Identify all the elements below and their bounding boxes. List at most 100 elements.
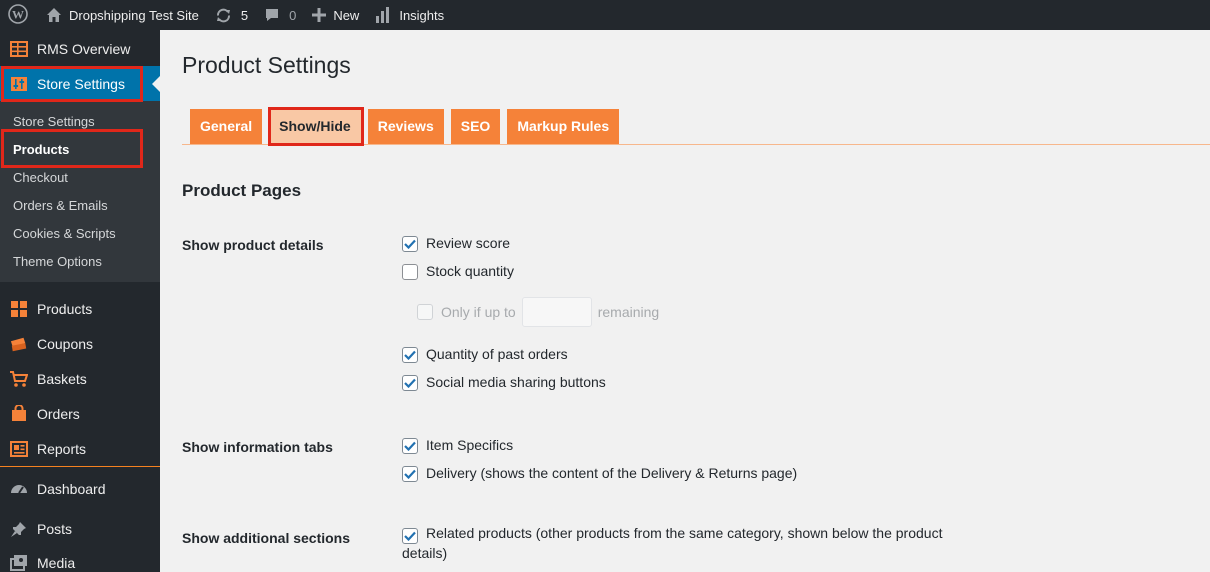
checkmark-icon [404, 469, 416, 479]
menu-baskets[interactable]: Baskets [0, 361, 160, 396]
bag-icon [10, 405, 28, 423]
checkmark-icon [404, 441, 416, 451]
checkmark-icon [404, 239, 416, 249]
section-title: Product Pages [182, 181, 302, 200]
tabs-underline [182, 144, 1210, 145]
insights-label: Insights [399, 7, 445, 23]
checkbox-review-score[interactable] [402, 236, 418, 252]
store-settings-submenu: Store Settings Products Checkout Orders … [0, 101, 160, 282]
option-related-products: Related products (other products from th… [402, 524, 982, 563]
menu-posts[interactable]: Posts [0, 511, 160, 546]
checkbox-social-sharing[interactable] [402, 375, 418, 391]
label-show-information-tabs: Show information tabs [182, 439, 333, 455]
home-icon [46, 7, 62, 23]
menu-label: Coupons [37, 335, 94, 352]
menu-reports[interactable]: Reports [0, 431, 160, 466]
label-show-additional-sections: Show additional sections [182, 530, 351, 546]
checkmark-icon [404, 378, 416, 388]
bar-chart-icon [375, 7, 392, 23]
option-label: Delivery (shows the content of the Deliv… [426, 465, 798, 481]
option-delivery: Delivery (shows the content of the Deliv… [402, 464, 797, 483]
option-label: Related products (other products from th… [402, 525, 943, 561]
comments-link[interactable]: 0 [256, 0, 304, 30]
menu-label: RMS Overview [37, 40, 131, 57]
option-label: Review score [426, 235, 511, 251]
checkbox-related-products[interactable] [402, 528, 418, 544]
menu-media[interactable]: Media [0, 545, 160, 572]
media-icon [10, 554, 28, 572]
option-label-suffix: remaining [597, 303, 660, 320]
sliders-icon [10, 75, 28, 93]
option-past-orders: Quantity of past orders [402, 345, 568, 364]
site-name: Dropshipping Test Site [69, 7, 199, 23]
menu-products[interactable]: Products [0, 291, 160, 326]
menu-separator [0, 466, 160, 467]
new-content-link[interactable]: New [304, 0, 367, 30]
dashboard-gauge-icon [10, 480, 28, 498]
table-icon [10, 40, 28, 58]
option-label: Stock quantity [426, 263, 514, 279]
menu-rms-overview[interactable]: RMS Overview [0, 31, 160, 66]
checkbox-stock-quantity[interactable] [402, 264, 418, 280]
insights-link[interactable]: Insights [367, 0, 452, 30]
updates-link[interactable]: 5 [207, 0, 256, 30]
option-label: Item Specifics [426, 437, 514, 453]
submenu-store-settings[interactable]: Store Settings [0, 108, 160, 136]
tab-reviews[interactable]: Reviews [367, 109, 444, 144]
option-item-specifics: Item Specifics [402, 436, 513, 455]
menu-label: Baskets [37, 370, 87, 387]
option-stock-threshold: Only if up to remaining [417, 297, 659, 327]
menu-store-settings[interactable]: Store Settings [0, 66, 160, 101]
menu-label: Posts [37, 520, 73, 537]
submenu-orders-emails[interactable]: Orders & Emails [0, 192, 160, 220]
tab-markup-rules[interactable]: Markup Rules [507, 109, 620, 144]
label-show-product-details: Show product details [182, 237, 324, 253]
grid-icon [10, 300, 28, 318]
option-social-sharing: Social media sharing buttons [402, 373, 606, 392]
menu-orders[interactable]: Orders [0, 396, 160, 431]
submenu-theme-options[interactable]: Theme Options [0, 248, 160, 276]
current-menu-arrow [152, 75, 160, 92]
svg-text:W: W [12, 7, 24, 21]
updates-count: 5 [240, 7, 249, 23]
wordpress-icon: W [8, 3, 28, 27]
admin-sidebar: RMS Overview Store Settings Store Settin… [0, 30, 160, 572]
checkbox-past-orders[interactable] [402, 347, 418, 363]
checkbox-delivery[interactable] [402, 466, 418, 482]
comments-count: 0 [289, 7, 297, 23]
admin-bar: W Dropshipping Test Site 5 0 New Insight… [0, 0, 1210, 30]
checkmark-icon [404, 531, 416, 541]
site-name-link[interactable]: Dropshipping Test Site [38, 0, 207, 30]
tab-general[interactable]: General [190, 109, 263, 144]
option-label: Social media sharing buttons [426, 374, 606, 390]
checkmark-icon [404, 350, 416, 360]
comment-icon [264, 7, 280, 23]
menu-label: Orders [37, 405, 80, 422]
menu-label: Media [37, 554, 76, 571]
menu-coupons[interactable]: Coupons [0, 326, 160, 361]
submenu-products[interactable]: Products [0, 136, 160, 164]
option-label: Only if up to [441, 303, 516, 320]
option-label: Quantity of past orders [426, 346, 568, 362]
tab-show-hide[interactable]: Show/Hide [269, 109, 361, 144]
new-label: New [333, 7, 360, 23]
wordpress-logo-button[interactable]: W [0, 0, 38, 30]
menu-dashboard[interactable]: Dashboard [0, 471, 160, 506]
stock-threshold-input[interactable] [521, 297, 592, 327]
submenu-cookies-scripts[interactable]: Cookies & Scripts [0, 220, 160, 248]
pushpin-icon [10, 520, 28, 538]
page-title: Product Settings [182, 52, 351, 78]
menu-label: Store Settings [37, 75, 125, 92]
menu-label: Reports [37, 440, 87, 457]
plus-icon [312, 8, 327, 22]
option-stock-quantity: Stock quantity [402, 262, 514, 281]
checkbox-only-if-up-to[interactable] [417, 304, 433, 320]
menu-label: Dashboard [37, 480, 106, 497]
tab-seo[interactable]: SEO [450, 109, 501, 144]
option-review-score: Review score [402, 234, 510, 253]
settings-tabs: General Show/Hide Reviews SEO Markup Rul… [190, 109, 626, 144]
submenu-checkout[interactable]: Checkout [0, 164, 160, 192]
menu-label: Products [37, 300, 93, 317]
checkbox-item-specifics[interactable] [402, 438, 418, 454]
tickets-icon [10, 335, 28, 353]
